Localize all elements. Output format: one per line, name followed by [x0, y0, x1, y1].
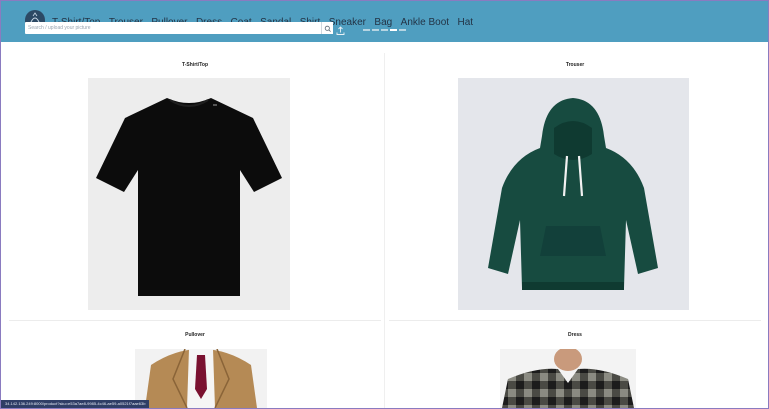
status-bar-url: 34.142.136.249:8000/product?sku=e53a7ae8… [1, 400, 150, 408]
carousel-indicator[interactable] [399, 29, 406, 31]
carousel-indicator[interactable] [381, 29, 388, 31]
product-image[interactable] [88, 78, 290, 310]
nav-item-hat[interactable]: Hat [458, 16, 474, 30]
search-button[interactable] [321, 22, 333, 34]
upload-button[interactable] [336, 23, 345, 35]
search-bar [25, 22, 333, 34]
app-window: T-Shirt/Top Trouser Pullover Dress Coat … [0, 0, 769, 409]
product-image[interactable] [135, 349, 267, 408]
grid-row-divider [389, 320, 761, 321]
grid-column-divider [384, 53, 385, 408]
nav-item-bag[interactable]: Bag [374, 16, 392, 30]
product-image[interactable] [458, 78, 689, 310]
product-title: Pullover [185, 332, 205, 338]
top-navigation-bar: T-Shirt/Top Trouser Pullover Dress Coat … [1, 1, 768, 42]
carousel-indicator[interactable] [363, 29, 370, 31]
product-title: Trouser [565, 62, 585, 68]
search-input[interactable] [28, 22, 318, 34]
grid-row-divider [9, 320, 381, 321]
nav-item-sneaker[interactable]: Sneaker [329, 16, 366, 30]
product-card[interactable]: Pullover [9, 323, 381, 408]
product-card[interactable]: T-Shirt/Top [9, 53, 381, 319]
carousel-indicator[interactable] [390, 29, 397, 31]
product-title: Dress [568, 332, 582, 338]
upload-icon [336, 26, 345, 35]
product-image[interactable] [500, 349, 636, 408]
product-card[interactable]: Dress [389, 323, 761, 408]
search-icon [324, 25, 331, 32]
nav-item-ankle-boot[interactable]: Ankle Boot [401, 16, 449, 30]
product-card[interactable]: Trouser [389, 53, 761, 319]
product-title: T-Shirt/Top [181, 62, 208, 68]
carousel-indicator[interactable] [372, 29, 379, 31]
